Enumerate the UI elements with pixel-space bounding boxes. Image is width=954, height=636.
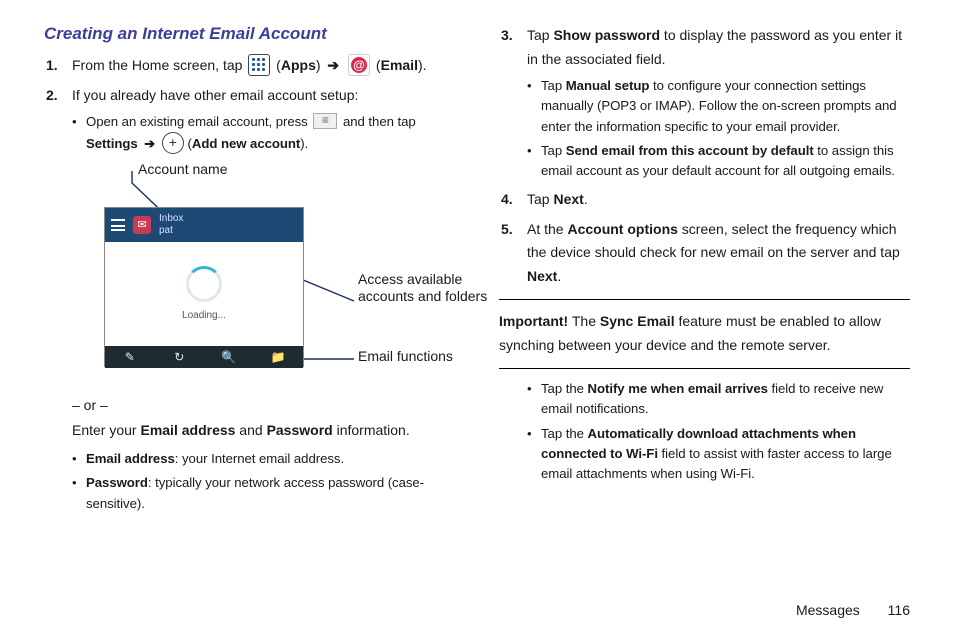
page-footer: Messages 116 <box>796 602 910 618</box>
important-note: Important! The Sync Email feature must b… <box>499 310 910 358</box>
s3b2-pre: Tap <box>541 143 566 158</box>
el-ea: Email address <box>140 422 235 438</box>
inbox-label: Inbox <box>159 213 183 225</box>
s5-next: Next <box>527 268 557 284</box>
add-new-account-label: Add new account <box>192 136 300 151</box>
arrow-icon: ➔ <box>327 57 339 73</box>
s3-pre: Tap <box>527 27 553 43</box>
email-app-icon <box>348 54 370 76</box>
step-5: At the Account options screen, select th… <box>527 218 910 289</box>
settings-label: Settings <box>86 136 138 151</box>
step3-bullet-manual: Tap Manual setup to configure your conne… <box>527 76 910 137</box>
search-icon: 🔍 <box>204 346 254 368</box>
phone-screenshot: ✉ Inbox pat Loading... ✎ ↻ 🔍 📁 <box>104 207 304 367</box>
s4-post: . <box>584 191 588 207</box>
step2-bullet-1: Open an existing email account, press an… <box>72 112 455 155</box>
account-pat-label: pat <box>159 225 183 237</box>
callout-email-functions: Email functions <box>358 348 453 364</box>
step-4: Tap Next. <box>527 188 910 212</box>
step-3: Tap Show password to display the passwor… <box>527 24 910 182</box>
step-1: From the Home screen, tap (Apps) ➔ (Emai… <box>72 54 455 78</box>
email-app-illustration: Account name Access available accounts a… <box>44 161 455 391</box>
section-title: Creating an Internet Email Account <box>44 24 455 44</box>
ba-text: : your Internet email address. <box>175 451 344 466</box>
el-pw: Password <box>267 422 333 438</box>
tail-bullet-notify: Tap the Notify me when email arrives fie… <box>527 379 910 420</box>
el-and: and <box>235 422 266 438</box>
menu-icon <box>313 113 337 129</box>
apps-grid-icon <box>248 54 270 76</box>
folder-icon: 📁 <box>254 346 304 368</box>
callout-account-name: Account name <box>138 161 228 177</box>
enter-credentials-line: Enter your Email address and Password in… <box>72 419 455 441</box>
s5-ao: Account options <box>567 221 677 237</box>
tb1-pre: Tap the <box>541 381 588 396</box>
step3-bullet-default: Tap Send email from this account by defa… <box>527 141 910 182</box>
apps-label: Apps <box>281 57 316 73</box>
s3b1-ms: Manual setup <box>566 78 650 93</box>
step-2: If you already have other email account … <box>72 84 455 155</box>
email-label: Email <box>381 57 418 73</box>
or-divider: – or – <box>72 397 455 413</box>
s4-next: Next <box>553 191 583 207</box>
s3b2-sd: Send email from this account by default <box>566 143 814 158</box>
imp-se: Sync Email <box>600 313 675 329</box>
el-pre: Enter your <box>72 422 140 438</box>
footer-section: Messages <box>796 602 860 618</box>
step2-text: If you already have other email account … <box>72 87 358 103</box>
divider <box>499 299 910 300</box>
sync-icon: ↻ <box>155 346 205 368</box>
divider <box>499 368 910 369</box>
s5-post: . <box>557 268 561 284</box>
s4-pre: Tap <box>527 191 553 207</box>
s3b1-pre: Tap <box>541 78 566 93</box>
loading-spinner-icon <box>186 266 222 302</box>
page-number: 116 <box>888 602 910 618</box>
loading-text: Loading... <box>182 310 226 321</box>
bullet-email-address: Email address: your Internet email addre… <box>72 449 455 469</box>
tb1-nf: Notify me when email arrives <box>588 381 768 396</box>
callout-access: Access available accounts and folders <box>358 271 488 306</box>
step2-b1a: Open an existing email account, press <box>86 114 311 129</box>
step1-text-a: From the Home screen, tap <box>72 57 246 73</box>
bullet-password: Password: typically your network access … <box>72 473 455 514</box>
s3-sp: Show password <box>553 27 660 43</box>
s5-pre: At the <box>527 221 567 237</box>
plus-circle-icon <box>162 132 184 154</box>
drawer-icon <box>111 219 125 231</box>
el-post: information. <box>333 422 410 438</box>
bb-label: Password <box>86 475 148 490</box>
ba-label: Email address <box>86 451 175 466</box>
arrow-icon: ➔ <box>144 136 155 151</box>
mail-icon: ✉ <box>133 216 151 234</box>
tail-bullet-autodownload: Tap the Automatically download attachmen… <box>527 424 910 485</box>
important-label: Important! <box>499 313 568 329</box>
tb2-pre: Tap the <box>541 426 588 441</box>
imp-pre: The <box>568 313 600 329</box>
compose-icon: ✎ <box>105 346 155 368</box>
step2-b1b: and then tap <box>343 114 416 129</box>
